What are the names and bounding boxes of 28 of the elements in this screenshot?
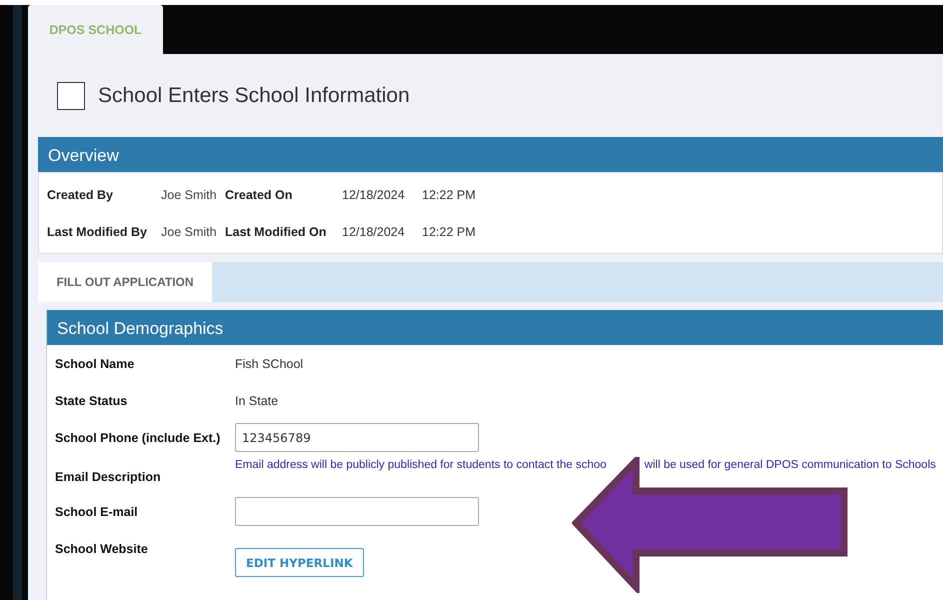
field-label: School E-mail [55,504,139,518]
field-label: Email Description [55,470,162,484]
help-text: Email address will be publicly published for students to contact the schoo [235,459,606,471]
field-value: Joe Smith [161,224,218,238]
input-field[interactable] [235,497,479,526]
field-label: Created On [225,188,294,202]
section-header: School Demographics [47,310,943,345]
page-title: School Enters School Information [98,84,410,108]
field-value: In State [235,394,278,408]
field-label: State Status [55,394,128,408]
field-value: 12/18/2024 [342,224,406,238]
field-label: School Phone (include Ext.) [55,430,222,444]
field-label: Last Modified On [225,224,328,238]
tab[interactable]: FILL OUT APPLICATION [38,262,212,302]
field-label: Created By [47,188,114,202]
help-text: will be used for general DPOS communication to Schools [644,459,936,471]
field-value: 12:22 PM [422,224,476,238]
section-header: Overview [38,137,943,172]
field-value: Joe Smith [161,188,218,202]
field-label: Last Modified By [47,224,148,238]
field-value: Fish SChool [235,356,304,370]
checkbox[interactable] [57,82,85,110]
field-value: 12:22 PM [422,188,476,202]
input-field[interactable]: 123456789 [235,423,479,452]
field-label: School Website [55,542,149,556]
field-label: School Name [55,356,136,370]
edit-hyperlink-button[interactable]: EDIT HYPERLINK [235,548,364,577]
field-value: 12/18/2024 [342,188,406,202]
